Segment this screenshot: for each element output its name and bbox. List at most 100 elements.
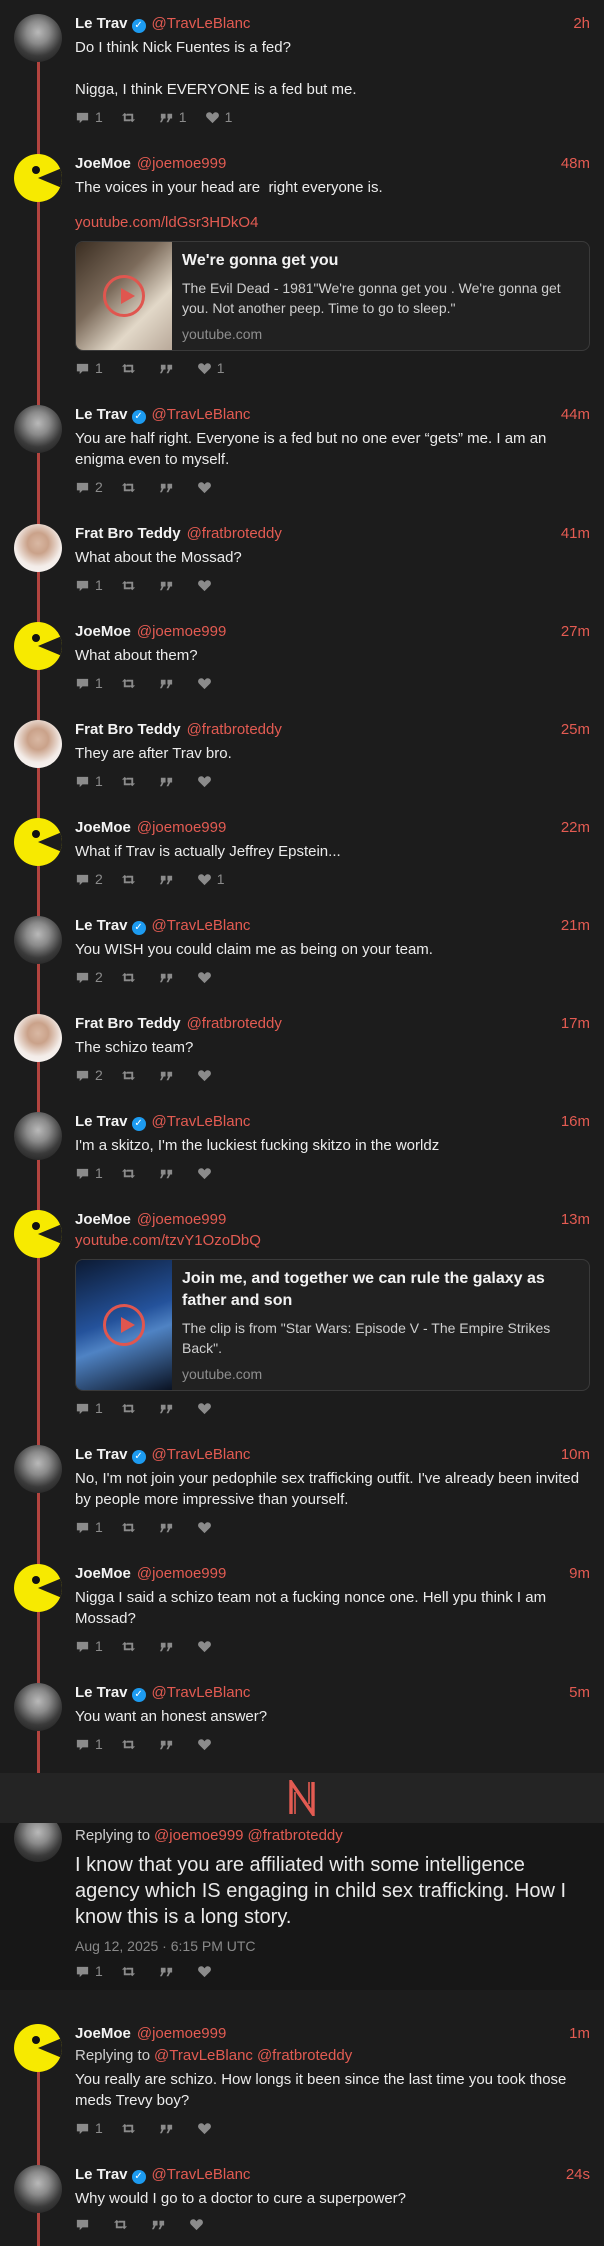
- reply-button[interactable]: 2: [75, 870, 103, 888]
- repost-button[interactable]: [121, 968, 141, 986]
- quote-button[interactable]: [159, 1518, 179, 1536]
- username-link[interactable]: @TravLeBlanc: [152, 1112, 251, 1132]
- thread-post[interactable]: JoeMoe @joemoe999 1m Replying to @TravLeB…: [0, 2010, 604, 2151]
- repost-button[interactable]: [121, 1399, 141, 1417]
- reply-button[interactable]: 1: [75, 1518, 103, 1536]
- repost-button[interactable]: [121, 478, 141, 496]
- like-button[interactable]: [197, 968, 217, 986]
- avatar[interactable]: [14, 916, 62, 964]
- post-time[interactable]: 2h: [573, 14, 590, 34]
- post-time[interactable]: 27m: [561, 622, 590, 642]
- repost-button[interactable]: [113, 2217, 133, 2232]
- quote-button[interactable]: [159, 359, 179, 377]
- repost-button[interactable]: [121, 1962, 141, 1980]
- avatar[interactable]: [14, 622, 62, 670]
- avatar[interactable]: [14, 2024, 62, 2072]
- thread-post[interactable]: JoeMoe @joemoe999 48m The voices in your…: [0, 140, 604, 391]
- quote-button[interactable]: 1: [159, 108, 187, 126]
- reply-button[interactable]: 1: [75, 576, 103, 594]
- display-name[interactable]: Le Trav: [75, 1683, 128, 1703]
- like-button[interactable]: 1: [197, 359, 225, 377]
- reply-handle-link[interactable]: @fratbroteddy: [248, 1827, 343, 1844]
- username-link[interactable]: @joemoe999: [137, 1564, 226, 1584]
- display-name[interactable]: JoeMoe: [75, 1210, 131, 1230]
- avatar[interactable]: [14, 405, 62, 453]
- display-name[interactable]: JoeMoe: [75, 622, 131, 642]
- username-link[interactable]: @TravLeBlanc: [152, 1445, 251, 1465]
- like-button[interactable]: [197, 478, 217, 496]
- repost-button[interactable]: [121, 674, 141, 692]
- reply-button[interactable]: 2: [75, 968, 103, 986]
- repost-button[interactable]: [121, 359, 141, 377]
- username-link[interactable]: @TravLeBlanc: [152, 405, 251, 425]
- display-name[interactable]: Frat Bro Teddy: [75, 720, 181, 740]
- reply-handle-link[interactable]: @fratbroteddy: [257, 2047, 352, 2064]
- like-button[interactable]: [197, 772, 217, 790]
- repost-button[interactable]: [121, 1518, 141, 1536]
- post-time[interactable]: 9m: [569, 1564, 590, 1584]
- thread-post[interactable]: Le Trav ✓ @TravLeBlanc 5m You want an ho…: [0, 1669, 604, 1767]
- reply-button[interactable]: 1: [75, 674, 103, 692]
- like-button[interactable]: [197, 576, 217, 594]
- post-time[interactable]: 21m: [561, 916, 590, 936]
- post-time[interactable]: 24s: [566, 2165, 590, 2185]
- quote-button[interactable]: [159, 1735, 179, 1753]
- post-time[interactable]: 17m: [561, 1014, 590, 1034]
- quote-button[interactable]: [159, 1164, 179, 1182]
- post-time[interactable]: 25m: [561, 720, 590, 740]
- like-button[interactable]: [197, 674, 217, 692]
- avatar[interactable]: [14, 818, 62, 866]
- post-time[interactable]: 10m: [561, 1445, 590, 1465]
- avatar[interactable]: [14, 1210, 62, 1258]
- like-button[interactable]: [197, 1399, 217, 1417]
- like-button[interactable]: 1: [205, 108, 232, 126]
- display-name[interactable]: Le Trav: [75, 1445, 128, 1465]
- thread-post[interactable]: JoeMoe @joemoe999 27m What about them? 1: [0, 608, 604, 706]
- repost-button[interactable]: [121, 2119, 141, 2137]
- display-name[interactable]: JoeMoe: [75, 154, 131, 174]
- avatar[interactable]: [14, 1564, 62, 1612]
- quote-button[interactable]: [159, 1399, 179, 1417]
- post-link[interactable]: youtube.com/tzvY1OzoDbQ: [75, 1230, 590, 1251]
- username-link[interactable]: @TravLeBlanc: [152, 2165, 251, 2185]
- display-name[interactable]: Le Trav: [75, 2165, 128, 2185]
- username-link[interactable]: @joemoe999: [137, 818, 226, 838]
- thread-post[interactable]: Frat Bro Teddy @fratbroteddy 41m What ab…: [0, 510, 604, 608]
- reply-button[interactable]: 1: [75, 1637, 103, 1655]
- thread-post[interactable]: Le Trav ✓ @TravLeBlanc 44m You are half …: [0, 391, 604, 510]
- username-link[interactable]: @joemoe999: [137, 1210, 226, 1230]
- display-name[interactable]: Frat Bro Teddy: [75, 524, 181, 544]
- quote-button[interactable]: [159, 674, 179, 692]
- reply-button[interactable]: 1: [75, 108, 103, 126]
- quote-button[interactable]: [159, 478, 179, 496]
- post-time[interactable]: 13m: [561, 1210, 590, 1230]
- like-button[interactable]: [197, 1518, 217, 1536]
- avatar[interactable]: [14, 14, 62, 62]
- avatar[interactable]: [14, 1445, 62, 1493]
- reply-button[interactable]: 1: [75, 1164, 103, 1182]
- reply-button[interactable]: [75, 2217, 95, 2232]
- reply-button[interactable]: 1: [75, 1962, 103, 1980]
- post-time[interactable]: 41m: [561, 524, 590, 544]
- like-button[interactable]: [197, 2119, 217, 2137]
- username-link[interactable]: @TravLeBlanc: [152, 1683, 251, 1703]
- thread-post[interactable]: Le Trav ✓ @TravLeBlanc 2h Do I think Nic…: [0, 0, 604, 140]
- reply-button[interactable]: 1: [75, 2119, 103, 2137]
- username-link[interactable]: @TravLeBlanc: [152, 916, 251, 936]
- username-link[interactable]: @joemoe999: [137, 154, 226, 174]
- thread-post[interactable]: Frat Bro Teddy @fratbroteddy 25m They ar…: [0, 706, 604, 804]
- reply-button[interactable]: 1: [75, 772, 103, 790]
- quote-button[interactable]: [159, 576, 179, 594]
- avatar[interactable]: [14, 1683, 62, 1731]
- display-name[interactable]: Le Trav: [75, 14, 128, 34]
- repost-button[interactable]: [121, 576, 141, 594]
- thread-post[interactable]: Le Trav ✓ @TravLeBlanc 10m No, I'm not j…: [0, 1431, 604, 1550]
- thread-post[interactable]: Frat Bro Teddy @fratbroteddy 17m The sch…: [0, 1000, 604, 1098]
- username-link[interactable]: @fratbroteddy: [187, 524, 282, 544]
- like-button[interactable]: [189, 2217, 209, 2232]
- post-time[interactable]: 5m: [569, 1683, 590, 1703]
- display-name[interactable]: JoeMoe: [75, 1564, 131, 1584]
- like-button[interactable]: [197, 1066, 217, 1084]
- like-button[interactable]: [197, 1637, 217, 1655]
- reply-button[interactable]: 1: [75, 1399, 103, 1417]
